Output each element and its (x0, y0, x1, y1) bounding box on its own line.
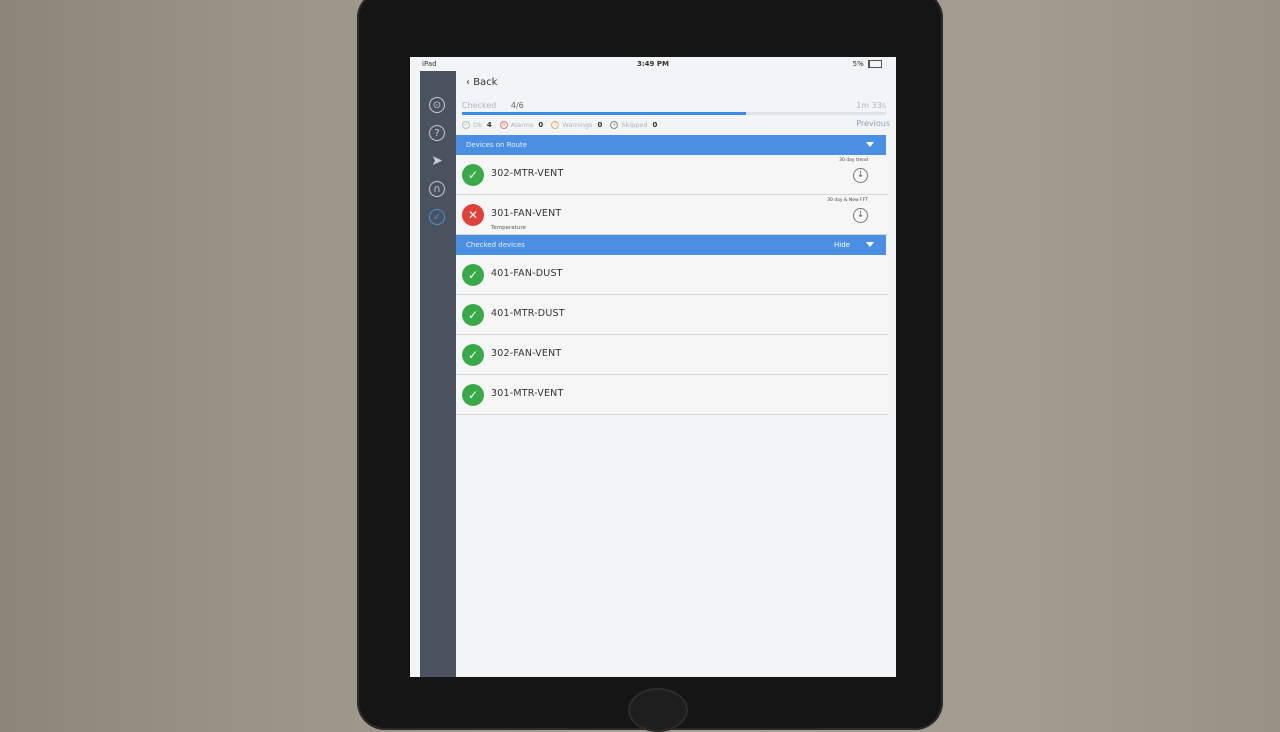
stat-ok: ✓ Ok 4 (462, 121, 492, 129)
trend-label: 30 day & New FFT (827, 198, 868, 203)
skipped-label: Skipped (621, 121, 648, 129)
device-row[interactable]: ✓ 301-MTR-VENT (456, 375, 888, 415)
back-button[interactable]: ‹ Back (466, 77, 497, 88)
battery-icon (868, 60, 882, 68)
warnings-label: Warnings (562, 121, 593, 129)
ok-icon: ✓ (462, 121, 470, 129)
battery-status: 5% (853, 60, 882, 68)
device-alarm-reason: Temperature (491, 225, 526, 231)
checked-progress-row: Checked 4/6 1m 33s (462, 101, 886, 110)
section-title: Checked devices (466, 241, 525, 249)
send-icon[interactable]: ➤ (429, 153, 445, 169)
stat-alarms: ✕ Alarms 0 (499, 121, 544, 129)
alarm-status-icon: ✕ (462, 204, 484, 226)
elapsed-timer: 1m 33s (856, 101, 886, 110)
alarms-label: Alarms (510, 121, 534, 129)
progress-bar (462, 112, 886, 115)
help-icon[interactable]: ? (429, 125, 445, 141)
ipad-screen: iPad 3:49 PM 5% ⊙ ? ➤ ∩ ✓ ‹ Back Checked… (410, 57, 896, 677)
download-icon[interactable]: ↓ (853, 208, 868, 223)
main-panel: ‹ Back Checked 4/6 1m 33s ✓ Ok 4 ✕ Alarm… (456, 71, 896, 677)
device-row[interactable]: ✓ 401-FAN-DUST (456, 255, 888, 295)
ok-status-icon: ✓ (462, 164, 484, 186)
battery-percent: 5% (852, 60, 864, 68)
device-name: 301-MTR-VENT (491, 388, 564, 399)
skipped-count: 0 (652, 121, 658, 129)
hide-button[interactable]: Hide (834, 235, 850, 255)
device-name: 401-FAN-DUST (491, 268, 563, 279)
device-name: 301-FAN-VENT (491, 208, 562, 219)
device-row[interactable]: ✓ 302-FAN-VENT (456, 335, 888, 375)
device-name: 302-FAN-VENT (491, 348, 562, 359)
checked-count: 4/6 (510, 101, 524, 110)
section-devices-on-route[interactable]: Devices on Route (456, 135, 886, 155)
ok-status-icon: ✓ (462, 344, 484, 366)
device-name: 302-MTR-VENT (491, 168, 564, 179)
status-bar: iPad 3:49 PM 5% (410, 57, 896, 71)
device-row[interactable]: ✓ 302-MTR-VENT 30 day trend ↓ (456, 155, 888, 195)
stat-warnings: ! Warnings 0 (551, 121, 602, 129)
chevron-down-icon[interactable] (866, 242, 874, 247)
previous-button[interactable]: Previous (856, 119, 890, 128)
stat-skipped: » Skipped 0 (610, 121, 657, 129)
ok-status-icon: ✓ (462, 304, 484, 326)
back-label: Back (473, 77, 498, 88)
skip-icon: » (610, 121, 619, 129)
ok-status-icon: ✓ (462, 384, 484, 406)
check-circle-icon[interactable]: ✓ (429, 209, 445, 225)
device-row[interactable]: ✕ 301-FAN-VENT Temperature 30 day & New … (456, 195, 888, 235)
ok-count: 4 (486, 121, 492, 129)
device-row[interactable]: ✓ 401-MTR-DUST (456, 295, 888, 335)
checked-label: Checked (462, 101, 497, 110)
section-title: Devices on Route (466, 141, 528, 149)
alarm-icon: ✕ (499, 121, 508, 129)
alarms-count: 0 (538, 121, 544, 129)
chevron-down-icon[interactable] (866, 142, 874, 147)
ok-label: Ok (473, 121, 482, 129)
download-icon[interactable]: ↓ (853, 168, 868, 183)
home-button[interactable] (628, 688, 688, 732)
sidebar: ⊙ ? ➤ ∩ ✓ (420, 71, 456, 677)
antenna-icon[interactable]: ⊙ (429, 97, 445, 113)
warning-icon: ! (551, 121, 560, 129)
progress-fill (462, 112, 747, 115)
trend-label: 30 day trend (839, 158, 868, 163)
headset-icon[interactable]: ∩ (429, 181, 445, 197)
section-checked-devices[interactable]: Checked devices Hide (456, 235, 886, 255)
ok-status-icon: ✓ (462, 264, 484, 286)
device-name: 401-MTR-DUST (491, 308, 565, 319)
status-time: 3:49 PM (637, 60, 669, 68)
stats-row: ✓ Ok 4 ✕ Alarms 0 ! Warnings 0 » Skipped… (462, 120, 886, 129)
warnings-count: 0 (597, 121, 603, 129)
